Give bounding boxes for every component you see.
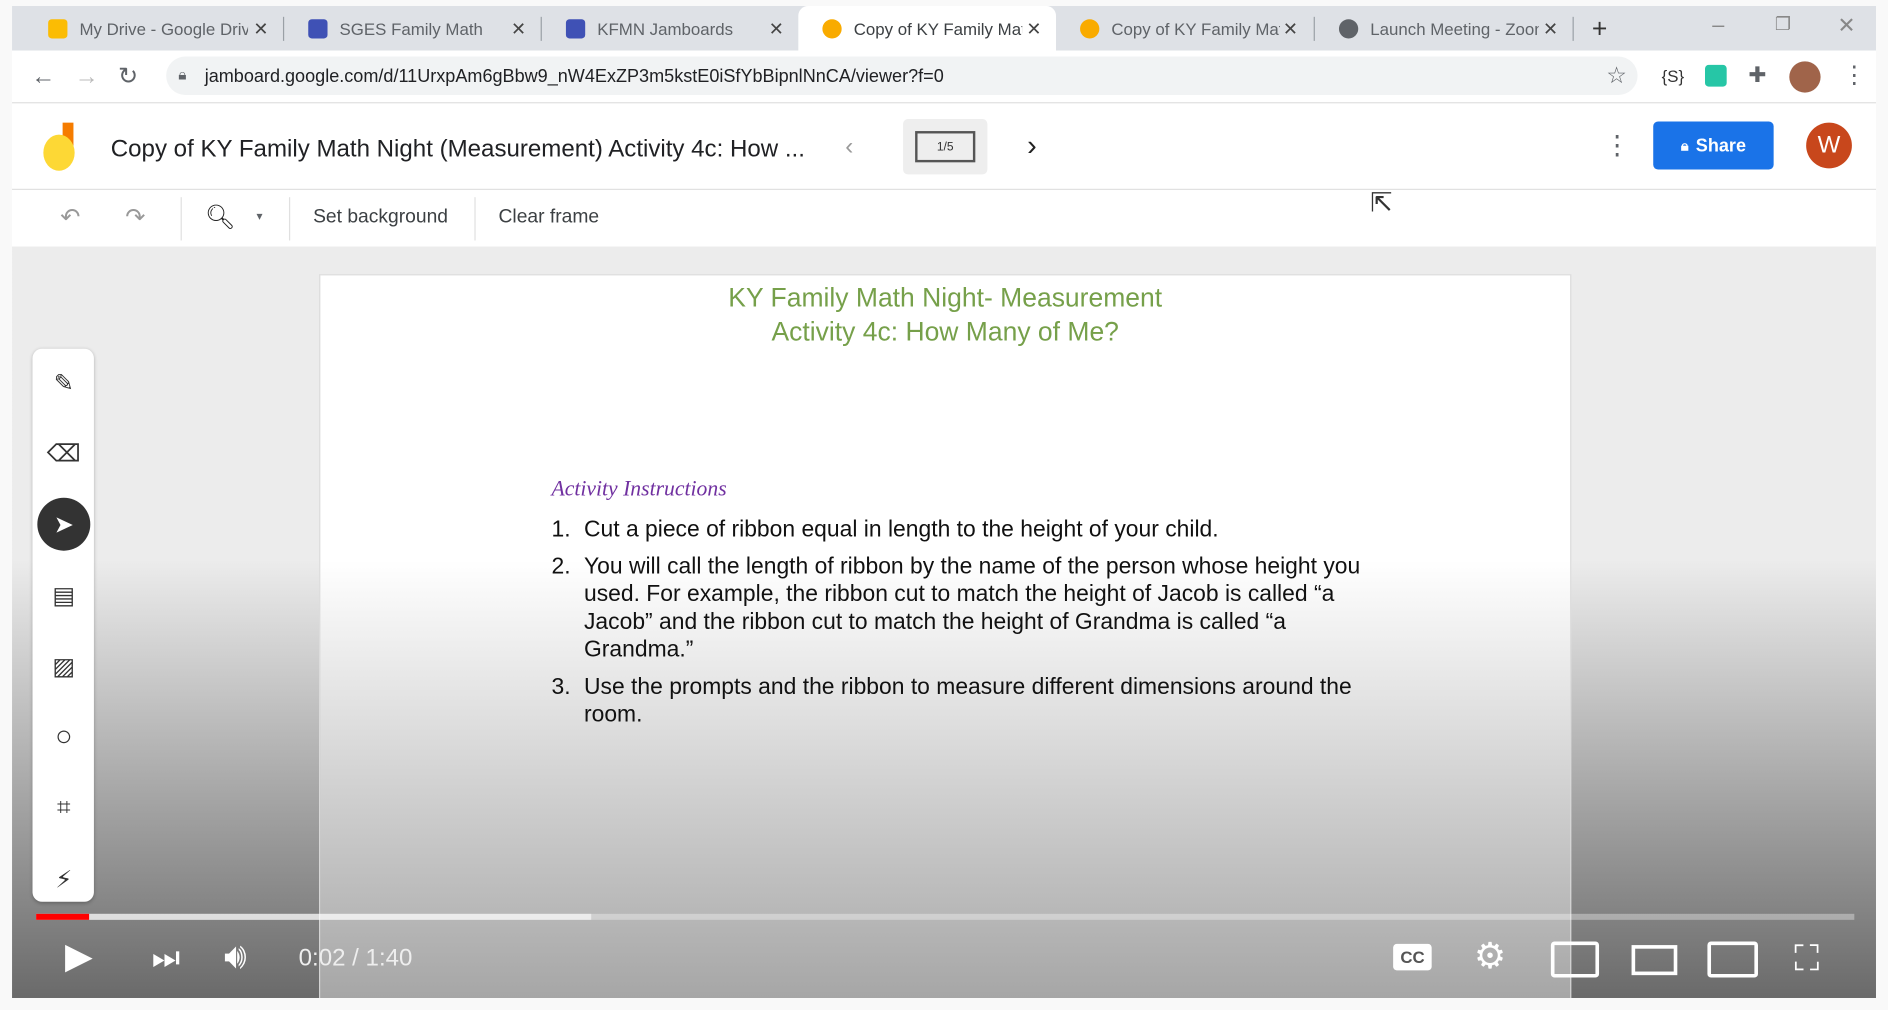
list-item: 3. Use the prompts and the ribbon to meas… xyxy=(551,674,1352,728)
canvas-area: KY Family Math Night- Measurement Activi… xyxy=(12,246,1876,998)
jamboard-icon xyxy=(822,18,842,38)
extension-icon[interactable] xyxy=(1705,64,1727,87)
play-icon[interactable]: ▶ xyxy=(65,938,93,975)
back-icon[interactable]: ← xyxy=(31,65,55,89)
jam-frame[interactable]: KY Family Math Night- Measurement Activi… xyxy=(319,274,1572,998)
select-tool-icon[interactable]: ➤ xyxy=(37,497,91,551)
share-button[interactable]: 🔒︎ Share xyxy=(1653,121,1774,170)
close-tab-icon[interactable]: ✕ xyxy=(1026,17,1041,39)
circle-tool-icon[interactable]: ○ xyxy=(37,711,90,764)
close-tab-icon[interactable]: ✕ xyxy=(511,17,526,39)
captions-icon[interactable]: CC xyxy=(1393,943,1432,971)
next-video-icon[interactable]: ⏭︎ xyxy=(152,941,180,972)
redo-icon[interactable]: ↷ xyxy=(125,206,145,230)
new-tab-icon[interactable]: + xyxy=(1592,15,1607,42)
played-bar xyxy=(36,913,89,920)
tab-zoom[interactable]: Launch Meeting - Zoom ✕ xyxy=(1315,6,1573,50)
more-options-icon[interactable]: ⋮ xyxy=(1604,132,1630,158)
slide-heading: KY Family Math Night- Measurement xyxy=(728,282,1163,313)
close-tab-icon[interactable]: ✕ xyxy=(1543,17,1558,39)
prev-frame-icon[interactable]: ‹ xyxy=(845,135,853,159)
restore-icon[interactable]: ❐ xyxy=(1775,16,1791,34)
jamboard-icon xyxy=(1080,18,1100,38)
list-item: 2. You will call the length of ribbon by … xyxy=(551,554,1361,663)
browser-menu-icon[interactable]: ⋮ xyxy=(1842,64,1866,88)
extension-s-icon[interactable]: {S} xyxy=(1662,67,1685,84)
sticky-note-tool-icon[interactable]: ▤ xyxy=(37,569,90,622)
globe-icon xyxy=(1338,18,1359,38)
volume-icon[interactable]: 🔊︎ xyxy=(224,938,247,975)
slide-subheading: Activity 4c: How Many of Me? xyxy=(771,316,1119,347)
tab-sges[interactable]: SGES Family Math ✕ xyxy=(284,6,540,50)
close-tab-icon[interactable]: ✕ xyxy=(253,17,268,39)
frame-bar-toggle[interactable]: 1/5 xyxy=(903,119,988,175)
settings-gear-icon[interactable]: ⚙ xyxy=(1474,938,1506,975)
video-time: 0:02 / 1:40 xyxy=(298,945,413,972)
miniplayer-icon[interactable] xyxy=(1550,941,1600,978)
set-background-button[interactable]: Set background xyxy=(313,207,448,229)
instructions-title: Activity Instructions xyxy=(551,476,727,501)
pen-tool-icon[interactable]: ✎ xyxy=(37,356,90,409)
tab-bar: My Drive - Google Drive ✕ SGES Family Mat… xyxy=(12,6,1876,51)
video-progress-bar[interactable] xyxy=(36,913,1855,920)
forms-icon xyxy=(308,18,328,38)
undo-icon[interactable]: ↶ xyxy=(60,206,80,230)
tab-kfmn[interactable]: KFMN Jamboards ✕ xyxy=(542,6,798,50)
cast-icon[interactable] xyxy=(1707,941,1758,978)
forms-icon xyxy=(565,18,586,38)
jamboard-logo xyxy=(43,122,79,171)
jamboard-toolbar: ↶ ↷ 🔍︎ ▾ Set background Clear frame ⇱ xyxy=(12,187,1876,247)
tab-copy[interactable]: Copy of KY Family Math Night✕ xyxy=(1056,6,1312,50)
lock-icon: 🔒︎ xyxy=(178,64,187,83)
zoom-dropdown-icon[interactable]: ▾ xyxy=(256,211,262,224)
bookmark-star-icon[interactable]: ☆ xyxy=(1606,65,1627,88)
tab-my-drive[interactable]: My Drive - Google Drive ✕ xyxy=(24,6,283,50)
zoom-icon[interactable]: 🔍︎ xyxy=(205,206,236,230)
close-window-icon[interactable]: ✕ xyxy=(1837,14,1855,36)
reload-icon[interactable]: ↻ xyxy=(118,65,138,89)
close-tab-icon[interactable]: ✕ xyxy=(769,17,784,39)
user-avatar[interactable]: W xyxy=(1806,122,1852,169)
theater-mode-icon[interactable] xyxy=(1631,945,1678,976)
eraser-tool-icon[interactable]: ⌫ xyxy=(37,427,90,480)
clear-frame-button[interactable]: Clear frame xyxy=(498,207,599,229)
puzzle-extensions-icon[interactable]: ✚ xyxy=(1748,64,1766,86)
document-title[interactable]: Copy of KY Family Math Night (Measuremen… xyxy=(111,136,805,164)
image-tool-icon[interactable]: ▨ xyxy=(37,640,90,693)
close-tab-icon[interactable]: ✕ xyxy=(1283,17,1298,39)
instructions-list: 1. Cut a piece of ribbon equal in length … xyxy=(551,516,1370,738)
tool-palette: ✎ ⌫ ➤ ▤ ▨ ○ ⌗ ⚡︎ xyxy=(32,348,94,902)
list-item: 1. Cut a piece of ribbon equal in length … xyxy=(551,517,1219,543)
lock-icon: 🔒︎ xyxy=(1680,136,1689,154)
next-frame-icon[interactable]: › xyxy=(1027,132,1037,161)
fullscreen-icon[interactable]: ⛶ xyxy=(1794,941,1819,977)
mouse-cursor-icon: ⇱ xyxy=(1370,187,1393,218)
address-bar-row: ← → ↻ 🔒︎ jamboard.google.com/d/11UrxpAm6g… xyxy=(12,50,1876,104)
jamboard-header: Copy of KY Family Math Night (Measuremen… xyxy=(12,103,1876,190)
minimize-icon[interactable]: – xyxy=(1712,13,1724,35)
buffered-bar xyxy=(36,913,591,920)
tab-copy-active[interactable]: Copy of KY Family Math Night✕ xyxy=(798,6,1056,51)
url-input[interactable]: 🔒︎ jamboard.google.com/d/11UrxpAm6gBbw9_n… xyxy=(166,56,1638,95)
drive-icon xyxy=(48,18,68,38)
forward-icon[interactable]: → xyxy=(75,65,99,89)
profile-avatar[interactable] xyxy=(1789,61,1821,93)
laser-tool-icon[interactable]: ⚡︎ xyxy=(37,853,90,906)
text-box-tool-icon[interactable]: ⌗ xyxy=(37,782,90,835)
